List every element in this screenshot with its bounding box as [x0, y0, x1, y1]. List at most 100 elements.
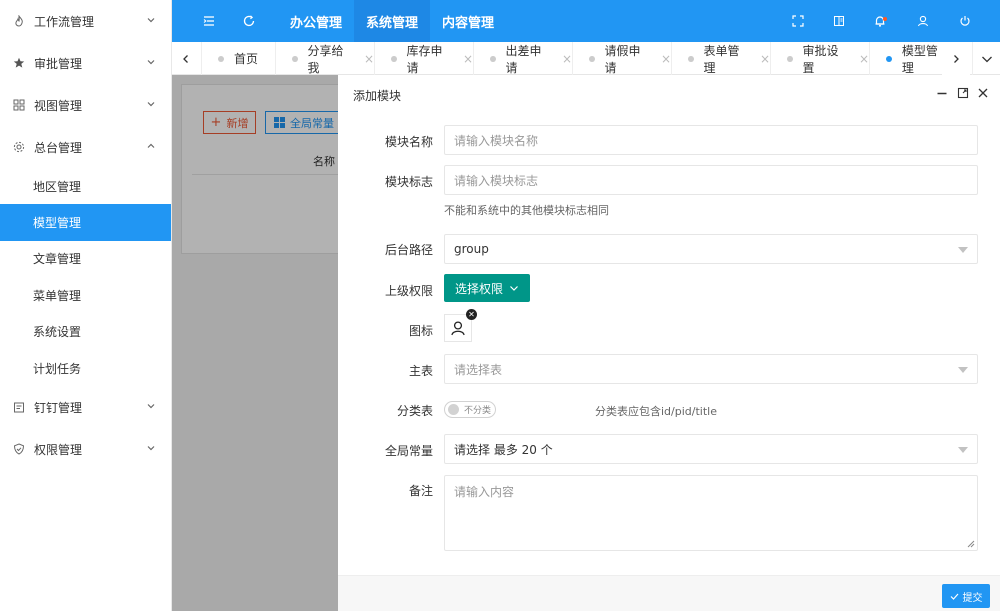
constants-placeholder: 请选择 最多 20 个: [454, 442, 553, 457]
chevron-down-icon: [147, 404, 155, 409]
tab-label: 表单管理: [703, 43, 740, 75]
toggle-knob: [448, 404, 459, 415]
module-flag-hint: 不能和系统中的其他模块标志相同: [444, 204, 609, 217]
submit-button[interactable]: 提交: [942, 584, 990, 608]
bell-icon[interactable]: [872, 13, 888, 29]
sidebar-group-permissions[interactable]: 权限管理: [0, 428, 171, 470]
submit-label: 提交: [962, 592, 983, 604]
route-select[interactable]: group: [444, 234, 978, 264]
chevron-down-icon: [147, 18, 155, 23]
route-select-value: group: [454, 242, 489, 256]
sidebar-item-label: 系统设置: [33, 325, 82, 340]
route-label: 后台路径: [384, 243, 433, 257]
chevron-down-icon: [147, 60, 155, 65]
tab-label: 审批设置: [802, 43, 839, 75]
user-icon: [451, 321, 465, 336]
sidebar-group-label: 视图管理: [34, 98, 83, 113]
nav-system[interactable]: 系统管理: [354, 0, 430, 42]
parent-permission-label: 上级权限: [384, 284, 433, 298]
tab-leave[interactable]: 请假申请 ×: [572, 42, 671, 75]
top-bar: 办公管理 系统管理 内容管理: [172, 0, 1000, 42]
tab-label: 分享给我: [307, 43, 344, 75]
select-permission-button[interactable]: 选择权限: [444, 274, 530, 302]
tab-approval-settings[interactable]: 审批设置 ×: [770, 42, 869, 75]
tab-close-icon[interactable]: ×: [661, 52, 671, 66]
sidebar-group-workflow[interactable]: 工作流管理: [0, 0, 171, 42]
maximize-icon[interactable]: [956, 86, 970, 100]
shield-icon: [12, 442, 26, 456]
tab-inventory[interactable]: 库存申请 ×: [374, 42, 473, 75]
resize-grip-icon[interactable]: [967, 540, 975, 548]
sidebar-item-menu[interactable]: 菜单管理: [0, 277, 171, 313]
sidebar-item-region[interactable]: 地区管理: [0, 168, 171, 204]
icon-remove-icon[interactable]: ✕: [466, 309, 477, 320]
nav-content[interactable]: 内容管理: [430, 0, 506, 42]
menu-collapse-icon[interactable]: [201, 13, 217, 29]
constants-label: 全局常量: [384, 444, 433, 458]
tab-dot: [391, 55, 397, 62]
module-name-input[interactable]: 请输入模块名称: [444, 125, 978, 155]
tab-model[interactable]: 模型管理: [869, 42, 949, 75]
nav-office[interactable]: 办公管理: [278, 0, 354, 42]
chevron-down-icon: [510, 286, 518, 291]
caret-down-icon: [958, 247, 968, 253]
remark-label: 备注: [408, 484, 433, 498]
refresh-icon[interactable]: [241, 13, 257, 29]
close-icon[interactable]: [976, 86, 990, 100]
tabs-menu-icon[interactable]: [972, 42, 1000, 75]
sidebar-group-dingtalk[interactable]: 钉钉管理: [0, 386, 171, 428]
sidebar-group-console[interactable]: 总台管理: [0, 126, 171, 168]
nav-label: 办公管理: [289, 15, 342, 31]
tab-label: 请假申请: [604, 43, 641, 75]
sidebar-group-views[interactable]: 视图管理: [0, 84, 171, 126]
sidebar-item-article[interactable]: 文章管理: [0, 241, 171, 277]
module-flag-input[interactable]: 请输入模块标志: [444, 165, 978, 195]
sidebar-item-tasks[interactable]: 计划任务: [0, 350, 171, 386]
add-module-dialog: 添加模块 模块名称 请输入模块名称 模块标志 请输入模块标志 不能和系统中的其他…: [338, 75, 1000, 611]
tab-close-icon[interactable]: ×: [463, 52, 473, 66]
gear-icon: [12, 140, 26, 154]
tab-dot: [292, 55, 298, 62]
tab-label: 库存申请: [406, 43, 443, 75]
remark-placeholder: 请输入内容: [454, 485, 515, 499]
user-icon[interactable]: [915, 13, 931, 29]
sidebar-item-label: 菜单管理: [33, 288, 82, 303]
tab-shared[interactable]: 分享给我 ×: [275, 42, 374, 75]
category-table-label: 分类表: [396, 404, 433, 418]
star-icon: [12, 56, 26, 70]
theme-icon[interactable]: [831, 13, 847, 29]
sidebar-item-label: 模型管理: [33, 216, 82, 231]
tab-home[interactable]: 首页: [201, 42, 275, 75]
fullscreen-icon[interactable]: [790, 13, 806, 29]
tabs-bar: 首页 分享给我 × 库存申请 × 出差申请 × 请假申请 × 表单管理 × 审批设置 × 模…: [172, 42, 1000, 75]
sidebar-group-approval[interactable]: 审批管理: [0, 42, 171, 84]
constants-select[interactable]: 请选择 最多 20 个: [444, 434, 978, 464]
dialog-title: 添加模块: [353, 89, 402, 103]
tab-close-icon[interactable]: ×: [859, 52, 869, 66]
sidebar-group-label: 总台管理: [34, 140, 83, 155]
tab-forms[interactable]: 表单管理 ×: [671, 42, 770, 75]
tabs-scroll-left-icon[interactable]: [172, 42, 200, 75]
tab-close-icon[interactable]: ×: [760, 52, 770, 66]
nav-label: 内容管理: [441, 15, 494, 31]
sidebar-item-settings[interactable]: 系统设置: [0, 314, 171, 350]
fire-icon: [12, 14, 26, 28]
calendar-icon: [12, 400, 26, 414]
category-toggle[interactable]: 不分类: [444, 401, 496, 418]
nav-label: 系统管理: [365, 15, 418, 31]
tab-dot: [787, 55, 793, 62]
sidebar-item-label: 计划任务: [33, 361, 82, 376]
tabs-scroll-right-icon[interactable]: [942, 42, 970, 75]
grid-icon: [12, 98, 26, 112]
dialog-footer: 提交: [338, 575, 1000, 611]
power-icon[interactable]: [957, 13, 973, 29]
tab-close-icon[interactable]: ×: [562, 52, 572, 66]
minimize-icon[interactable]: [935, 86, 949, 100]
tab-close-icon[interactable]: ×: [364, 52, 374, 66]
sidebar-item-label: 文章管理: [33, 252, 82, 267]
sidebar-item-model[interactable]: 模型管理: [0, 204, 171, 241]
tab-trip[interactable]: 出差申请 ×: [473, 42, 572, 75]
remark-textarea[interactable]: 请输入内容: [444, 475, 978, 551]
chevron-up-icon: [147, 143, 155, 148]
main-table-select[interactable]: 请选择表: [444, 354, 978, 384]
